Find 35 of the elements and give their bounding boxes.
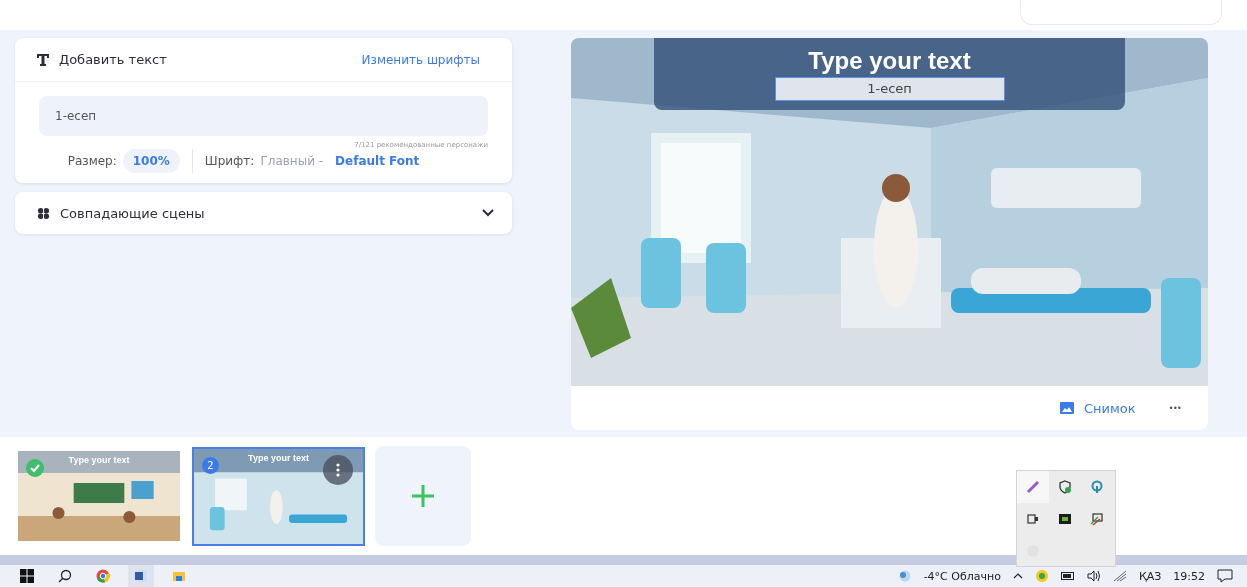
text-icon: [37, 53, 49, 66]
size-button[interactable]: 100%: [122, 149, 180, 173]
thumbnail-caption: Type your text: [67, 455, 131, 465]
volume-icon[interactable]: [1086, 570, 1101, 582]
snapshot-button[interactable]: Снимок: [1053, 399, 1142, 417]
more-button[interactable]: •••: [1163, 402, 1188, 414]
font-group: Главный -: [260, 154, 324, 168]
thumbnail-caption: Type your text: [247, 452, 310, 463]
plus-icon: [411, 484, 435, 508]
pen-icon[interactable]: [1017, 471, 1049, 503]
notification-icon[interactable]: [1217, 569, 1233, 583]
caption-text: Type your text: [808, 47, 971, 74]
weather-icon: [897, 569, 912, 583]
matching-scenes-header[interactable]: Совпадающие сцены: [15, 192, 512, 234]
app-tray-icon[interactable]: [1034, 569, 1049, 583]
battery-icon[interactable]: [1060, 572, 1075, 580]
text-field[interactable]: 1-есеп: [39, 96, 488, 136]
top-field[interactable]: [1020, 0, 1222, 25]
brain-icon: [37, 206, 50, 220]
size-label: Размер:: [67, 154, 117, 168]
change-fonts-link[interactable]: Изменить шрифты: [361, 52, 480, 67]
check-icon: [26, 459, 44, 477]
language-indicator[interactable]: ҚАЗ: [1138, 569, 1162, 583]
weather-text: -4°C Облачно: [923, 569, 1001, 583]
panel-title: Добавить текст: [59, 52, 168, 67]
font-name-link[interactable]: Default Font: [335, 154, 420, 168]
scene-thumbnail[interactable]: Type your text 2: [192, 446, 365, 546]
chevron-up-icon[interactable]: [1012, 573, 1023, 579]
image-icon: [1059, 402, 1074, 414]
chevron-icon: [482, 209, 494, 217]
font-label: Шрифт:: [204, 154, 255, 168]
caption-input[interactable]: 1-есеп: [774, 76, 1005, 101]
section-title: Совпадающие сцены: [60, 205, 206, 221]
document-app-icon[interactable]: [128, 565, 154, 587]
clock[interactable]: 19:52: [1173, 569, 1205, 583]
